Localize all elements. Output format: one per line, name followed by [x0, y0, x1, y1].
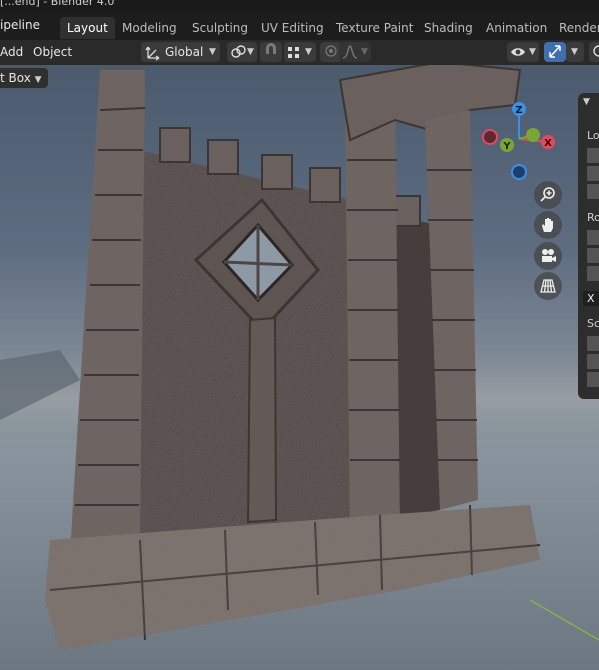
tab-modeling[interactable]: Modeling [115, 17, 184, 39]
chevron-down-icon: ▼ [209, 47, 216, 57]
tab-shading[interactable]: Shading [417, 17, 480, 39]
camera-view-button[interactable] [534, 242, 562, 270]
scale-y-field[interactable] [587, 354, 599, 369]
gizmo-toggle-button[interactable] [544, 42, 566, 62]
proportional-icon [323, 45, 339, 63]
chevron-down-icon: ▼ [247, 47, 254, 57]
distant-tree [0, 350, 80, 420]
workspace-tab-bar: ipeline Layout Modeling Sculpting UV Edi… [0, 10, 599, 40]
tab-sculpting[interactable]: Sculpting [185, 17, 255, 39]
snap-toggle[interactable] [260, 42, 282, 62]
window-column [246, 316, 278, 524]
pipeline-menu[interactable]: ipeline [0, 18, 40, 32]
overlay-icon [590, 45, 599, 63]
window-title-bar: [...end] - Blender 4.0 [0, 0, 599, 10]
gizmo-y-label: Y [502, 141, 511, 152]
zoom-button[interactable] [534, 181, 562, 209]
rotation-z-field[interactable] [587, 266, 599, 281]
chevron-down-icon: ▼ [361, 47, 368, 57]
visibility-dropdown[interactable]: ▼ [507, 42, 539, 62]
chevron-down-icon: ▼ [529, 47, 536, 57]
gizmo-options-dropdown[interactable]: ▼ [566, 42, 584, 62]
rotation-y-field[interactable] [587, 248, 599, 263]
pivot-point-dropdown[interactable]: ▼ [227, 42, 257, 62]
chevron-down-icon[interactable]: ▼ [583, 97, 590, 107]
overlay-toggle[interactable] [589, 42, 599, 62]
tab-animation[interactable]: Animation [479, 17, 554, 39]
transform-orientation-value: Global [165, 45, 204, 59]
navigation-gizmo[interactable]: Z X Y [478, 97, 564, 183]
sidebar-panel: ▼ Lo Ro X Sc [578, 93, 599, 399]
tab-texture-paint[interactable]: Texture Paint [329, 17, 420, 39]
proportional-falloff-dropdown[interactable]: ▼ [339, 42, 371, 62]
add-menu[interactable]: Add [0, 45, 23, 59]
snap-target-dropdown[interactable]: ▼ [284, 42, 316, 62]
tab-layout[interactable]: Layout [60, 17, 115, 39]
object-menu[interactable]: Object [33, 45, 72, 59]
rotation-label: Ro [587, 211, 599, 224]
perspective-toggle-button[interactable] [534, 272, 562, 300]
zoom-icon [539, 187, 557, 203]
select-box-dropdown[interactable]: t Box ▼ [0, 68, 48, 88]
gizmo-z-label: Z [515, 105, 522, 116]
chevron-down-icon: ▼ [34, 75, 42, 85]
tab-rendering[interactable]: Renderi [552, 17, 599, 39]
location-z-field[interactable] [587, 184, 599, 199]
scale-x-field[interactable] [587, 336, 599, 351]
viewport-header: Add Object Global ▼ ▼ ▼ ▼ ▼ ▼ [0, 40, 599, 65]
gizmo-toggle-icon [547, 45, 563, 63]
grid-icon [539, 278, 557, 294]
window-title: [...end] - Blender 4.0 [0, 0, 115, 8]
hand-icon [539, 217, 557, 233]
scale-label: Sc [587, 317, 599, 330]
gizmo-z-neg-axis[interactable] [511, 164, 527, 180]
gizmo-x-neg-axis[interactable] [482, 129, 498, 145]
scale-z-field[interactable] [587, 372, 599, 387]
location-y-field[interactable] [587, 166, 599, 181]
tab-uv-editing[interactable]: UV Editing [254, 17, 331, 39]
left-pillar [70, 70, 145, 555]
location-label: Lo [587, 129, 599, 142]
rotation-x-field[interactable] [587, 230, 599, 245]
pan-button[interactable] [534, 211, 562, 239]
gizmo-x-label: X [544, 138, 552, 149]
select-mode-label: t Box [0, 71, 31, 85]
chevron-down-icon: ▼ [305, 47, 312, 57]
location-x-field[interactable] [587, 148, 599, 163]
snap-icon [263, 43, 279, 63]
transform-orientation-dropdown[interactable]: Global ▼ [141, 42, 220, 62]
gizmo-y-neg-axis[interactable] [526, 128, 540, 142]
rotation-mode-dropdown[interactable]: X [583, 291, 599, 306]
camera-icon [539, 248, 557, 264]
chevron-down-icon: ▼ [571, 47, 578, 57]
